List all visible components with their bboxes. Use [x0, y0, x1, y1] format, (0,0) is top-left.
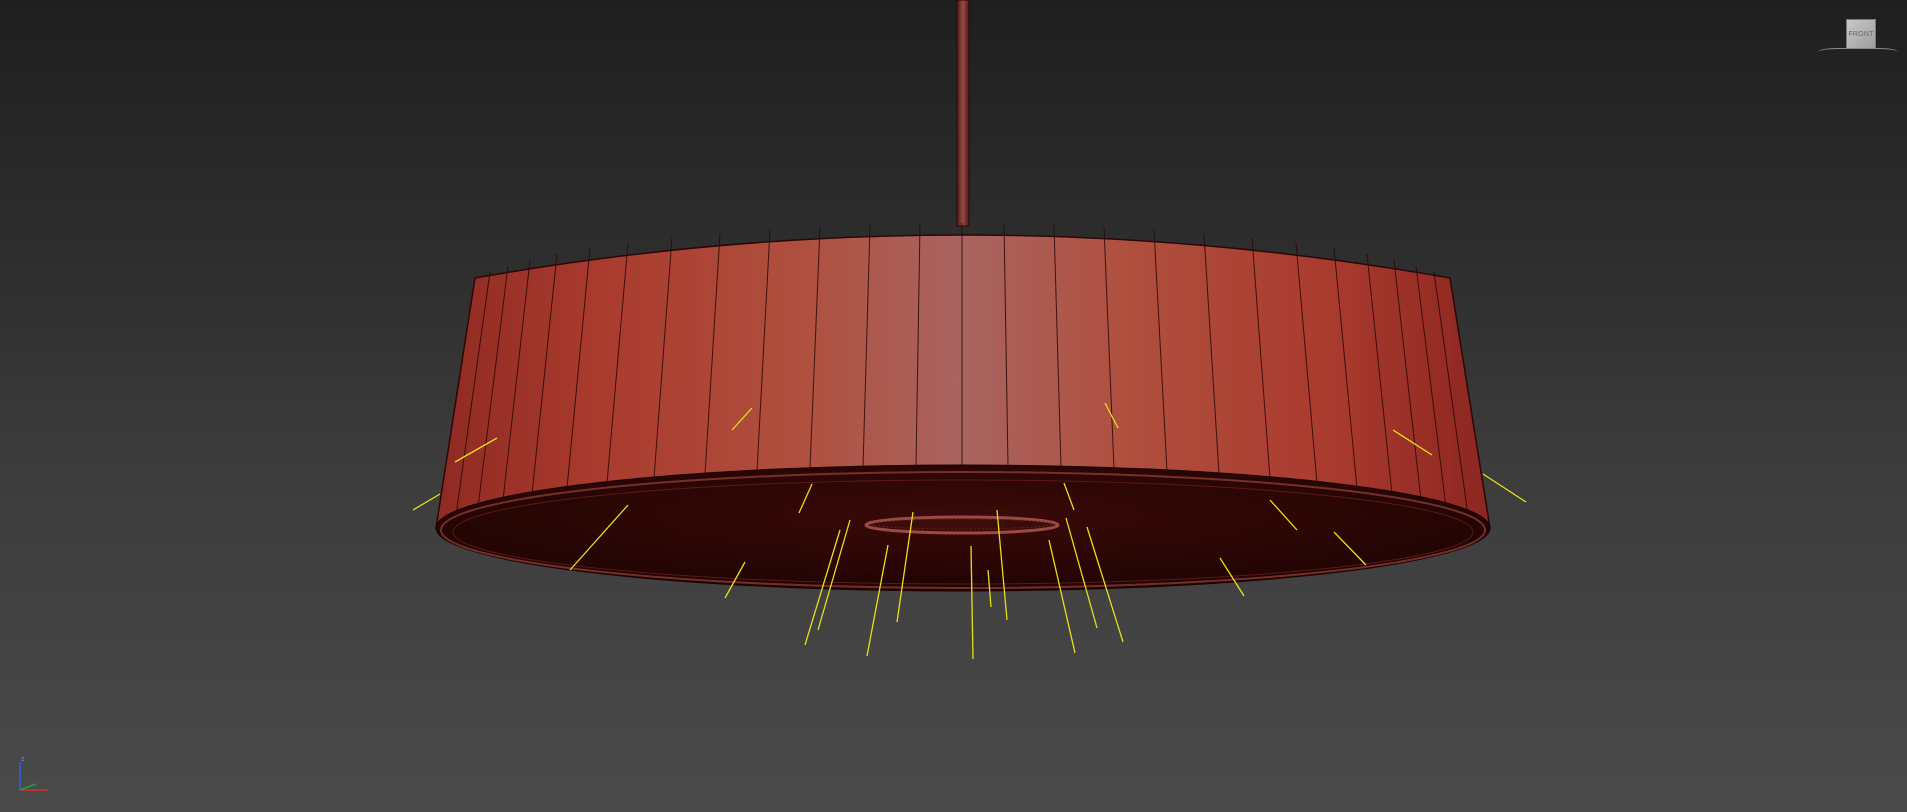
hanging-rod — [956, 0, 970, 227]
3d-viewport[interactable]: FRONT z — [0, 0, 1907, 812]
viewcube-compass-ring[interactable] — [1818, 48, 1898, 56]
y-axis-line — [19, 783, 37, 791]
viewcube-front-face[interactable]: FRONT — [1846, 19, 1876, 49]
light-diffuser — [864, 515, 1060, 535]
viewcube-navigator[interactable]: FRONT — [1818, 14, 1898, 58]
lamp-model — [412, 0, 1527, 660]
world-axis-gizmo: z — [19, 756, 48, 791]
z-axis-label: z — [21, 756, 25, 763]
